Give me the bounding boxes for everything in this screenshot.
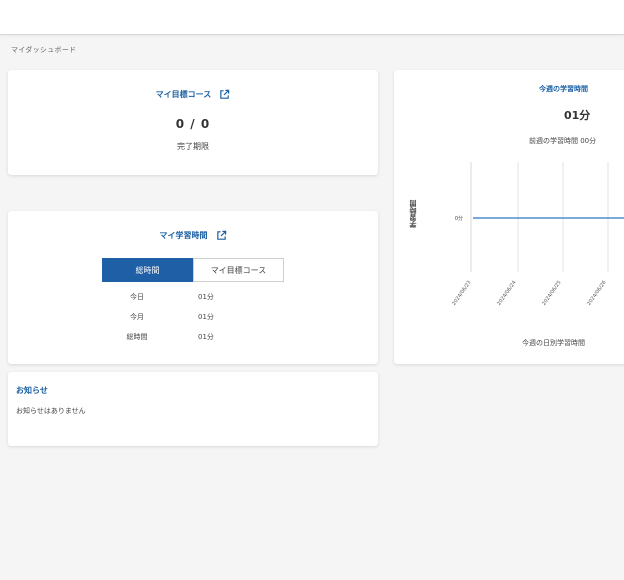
notice-title: お知らせ: [16, 386, 48, 395]
breadcrumb: マイダッシュボード: [11, 46, 77, 54]
course-card-header: マイ目標コース: [8, 89, 378, 100]
study-row-value: 01分: [198, 293, 214, 301]
chart-x-tick-label: 2024/06/24: [496, 280, 517, 307]
study-row-value: 01分: [198, 313, 214, 321]
study-row-label: 今月: [130, 313, 144, 321]
study-row-today: 今日 01分: [8, 292, 378, 302]
study-row-label: 今日: [130, 293, 144, 301]
study-row-total: 総時間 01分: [8, 332, 378, 342]
notice-card: お知らせ お知らせはありません: [8, 372, 378, 446]
weekly-study-chart-card: 今週の学習時間 01分 前週の学習時間 00分 学習時間 0分 2024/06/2…: [394, 70, 624, 364]
course-card-title[interactable]: マイ目標コース: [156, 89, 212, 100]
chart-y-tick-label: 0分: [455, 215, 463, 222]
chart-footer-label: 今週の日別学習時間: [522, 339, 585, 347]
tab-target-course[interactable]: マイ目標コース: [193, 258, 284, 282]
tab-total-time[interactable]: 総時間: [102, 258, 193, 282]
my-study-time-card: マイ学習時間 総時間 マイ目標コース 今日 01分 今月 01分 総時間 01分: [8, 211, 378, 364]
study-card-title[interactable]: マイ学習時間: [160, 230, 208, 241]
weekly-line-chart: 0分 2024/06/23 2024/06/24 2024/06/25 2024/06/…: [451, 162, 624, 307]
external-link-icon[interactable]: [216, 230, 227, 241]
chart-x-tick-label: 2024/06/25: [541, 280, 562, 307]
my-target-course-card: マイ目標コース 0 / 0 完了期限: [8, 70, 378, 175]
study-time-tabs: 総時間 マイ目標コース: [102, 258, 378, 282]
study-card-header: マイ学習時間: [8, 230, 378, 241]
chart-x-tick-label: 2024/06/26: [586, 280, 607, 307]
chart-x-tick-label: 2024/06/23: [451, 280, 472, 307]
external-link-icon[interactable]: [219, 89, 230, 100]
course-deadline-label: 完了期限: [177, 142, 209, 151]
course-count: 0 / 0: [175, 117, 211, 131]
study-row-value: 01分: [198, 333, 214, 341]
study-row-label: 総時間: [126, 333, 148, 341]
notice-empty-text: お知らせはありません: [16, 407, 86, 415]
study-row-month: 今月 01分: [8, 312, 378, 322]
top-header-bar: [0, 0, 624, 35]
